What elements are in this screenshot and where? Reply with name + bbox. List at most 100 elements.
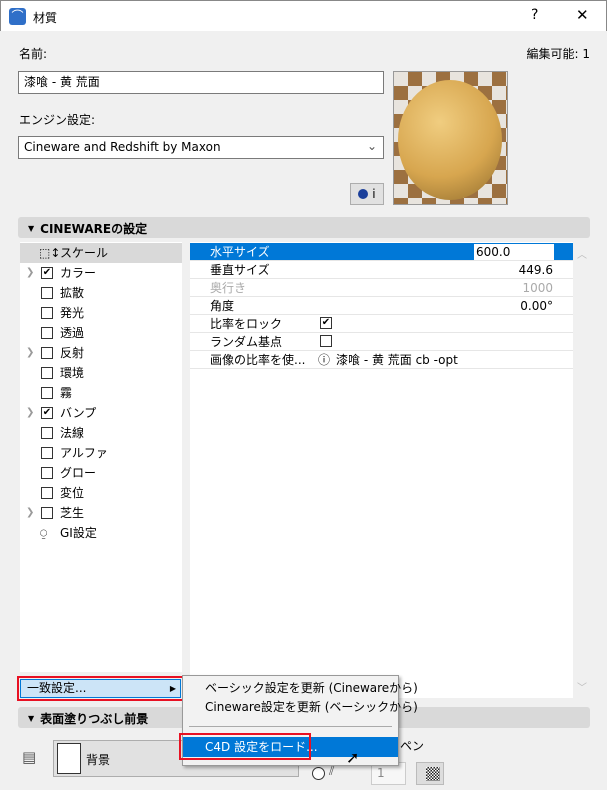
channel-label: スケール <box>60 246 109 260</box>
channel-item[interactable]: ❯ ✔ バンプ <box>20 403 182 423</box>
channel-checkbox[interactable] <box>41 467 53 479</box>
channel-label: 霧 <box>60 386 73 400</box>
channel-label: グロー <box>60 466 97 480</box>
property-row[interactable]: 角度 0.00° <box>190 297 573 315</box>
property-key: 画像の比率を使... <box>210 353 306 367</box>
channel-label: GI設定 <box>60 526 97 540</box>
app-icon: ⌒ <box>9 8 26 25</box>
submenu-arrow-icon: ▶ <box>169 684 176 693</box>
channel-checkbox[interactable] <box>41 347 53 359</box>
channel-checkbox[interactable] <box>41 427 53 439</box>
channel-label: 芝生 <box>60 506 85 520</box>
channel-checkbox[interactable] <box>41 287 53 299</box>
property-value[interactable]: 449.6 <box>519 261 553 279</box>
property-row[interactable]: 奥行き 1000 <box>190 279 573 297</box>
material-preview <box>393 71 508 205</box>
channel-checkbox[interactable]: ✔ <box>41 407 53 419</box>
property-row[interactable]: 画像の比率を使... ⓘ 漆喰 - 黄 荒面 cb -opt <box>190 351 573 369</box>
cineware-info-button[interactable]: i <box>350 183 384 205</box>
channel-item[interactable]: ⍜ GI設定 <box>20 523 182 543</box>
channel-label: 変位 <box>60 486 85 500</box>
title-bar: ⌒ 材質 ? ✕ <box>0 0 607 31</box>
match-settings-outline: 一致設定... ▶ <box>17 676 184 701</box>
channel-item[interactable]: ❯ 反射 <box>20 343 182 363</box>
close-button[interactable]: ✕ <box>576 6 589 24</box>
load-c4d-highlight <box>179 733 311 760</box>
property-value-input[interactable]: 600.0 <box>474 244 554 260</box>
property-row[interactable]: 水平サイズ 600.0 <box>190 243 573 261</box>
property-value[interactable]: 1000 <box>522 279 553 297</box>
expand-chevron-icon[interactable]: ❯ <box>26 503 34 523</box>
cineware-section-title: CINEWAREの設定 <box>40 222 148 236</box>
property-value[interactable]: 0.00° <box>520 297 553 315</box>
engine-select-value: Cineware and Redshift by Maxon <box>24 140 221 154</box>
property-row[interactable]: ランダム基点 <box>190 333 573 351</box>
property-table[interactable]: 水平サイズ 600.0 垂直サイズ 449.6 奥行き 1000 角度 0.00° 比率をロック… <box>190 242 573 698</box>
chevron-down-icon: ⌄ <box>366 139 377 153</box>
expand-chevron-icon[interactable]: ❯ <box>26 403 34 423</box>
channel-item[interactable]: 拡散 <box>20 283 182 303</box>
channel-checkbox[interactable] <box>41 367 53 379</box>
fill-brush-icon: ▤ <box>22 748 37 766</box>
channel-label: 反射 <box>60 346 85 360</box>
property-value: 漆喰 - 黄 荒面 cb -opt <box>336 353 458 367</box>
scale-icon: ⬚↕ <box>39 246 61 260</box>
cineware-section-header[interactable]: ▼ CINEWAREの設定 <box>18 217 590 238</box>
match-settings-button[interactable]: 一致設定... ▶ <box>20 679 181 698</box>
expand-chevron-icon[interactable]: ❯ <box>26 343 34 363</box>
property-row[interactable]: 垂直サイズ 449.6 <box>190 261 573 279</box>
channel-checkbox[interactable] <box>41 387 53 399</box>
channel-item[interactable]: 法線 <box>20 423 182 443</box>
channel-item[interactable]: グロー <box>20 463 182 483</box>
channel-item[interactable]: ❯ ✔ カラー <box>20 263 182 283</box>
channel-item[interactable]: 環境 <box>20 363 182 383</box>
channel-checkbox[interactable] <box>41 327 53 339</box>
property-checkbox[interactable]: ✔ <box>320 317 332 329</box>
hatch-pen-icon: ⫽ <box>329 764 335 778</box>
channel-label: 拡散 <box>60 286 85 300</box>
channel-checkbox[interactable] <box>41 447 53 459</box>
property-row[interactable]: 比率をロック ✔ <box>190 315 573 333</box>
pen-radio[interactable] <box>312 767 325 780</box>
property-key: 水平サイズ <box>210 245 270 259</box>
channel-checkbox[interactable] <box>41 487 53 499</box>
channel-item[interactable]: 霧 <box>20 383 182 403</box>
info-label: i <box>372 187 376 201</box>
gi-icon: ⍜ <box>40 526 48 540</box>
material-sphere <box>398 80 502 200</box>
property-checkbox[interactable] <box>320 335 332 347</box>
channel-item[interactable]: ⬚↕ スケール <box>20 243 182 263</box>
channel-item[interactable]: 変位 <box>20 483 182 503</box>
name-label: 名前: <box>19 47 48 61</box>
channel-checkbox[interactable]: ✔ <box>41 267 53 279</box>
pen-pattern-button[interactable] <box>416 762 444 785</box>
channel-label: カラー <box>60 266 97 280</box>
pen-label: ペン <box>400 739 425 753</box>
fill-swatch <box>57 743 81 774</box>
info-icon: ⓘ <box>318 353 331 367</box>
surface-section-title: 表面塗りつぶし前景 <box>40 712 149 726</box>
engine-label: エンジン設定: <box>19 113 96 127</box>
property-key: 垂直サイズ <box>210 263 270 277</box>
property-scrollbar[interactable]: ︿ ﹀ <box>574 242 590 698</box>
help-button[interactable]: ? <box>531 7 538 23</box>
channel-item[interactable]: 透過 <box>20 323 182 343</box>
engine-select[interactable]: Cineware and Redshift by Maxon ⌄ <box>18 136 384 159</box>
channel-label: 透過 <box>60 326 85 340</box>
channel-checkbox[interactable] <box>41 507 53 519</box>
channel-item[interactable]: 発光 <box>20 303 182 323</box>
window-title: 材質 <box>33 11 58 25</box>
property-key: 角度 <box>210 299 235 313</box>
channel-label: 環境 <box>60 366 85 380</box>
menu-item-update-basic[interactable]: ベーシック設定を更新 (Cinewareから) <box>183 678 418 698</box>
editable-count: 編集可能: 1 <box>526 47 591 61</box>
name-input[interactable]: 漆喰 - 黄 荒面 <box>18 71 384 94</box>
channel-list[interactable]: ⬚↕ スケール ❯ ✔ カラー 拡散 発光 透過 ❯ 反射 環境霧 ❯ ✔ バンプ 法線 アルファ グロー 変位 ❯… <box>20 242 182 672</box>
fill-label: 背景 <box>86 753 111 767</box>
channel-item[interactable]: ❯ 芝生 <box>20 503 182 523</box>
menu-item-update-cineware[interactable]: Cineware設定を更新 (ベーシックから) <box>183 697 418 717</box>
expand-chevron-icon[interactable]: ❯ <box>26 263 34 283</box>
channel-item[interactable]: アルファ <box>20 443 182 463</box>
match-settings-label: 一致設定... <box>27 681 87 695</box>
channel-checkbox[interactable] <box>41 307 53 319</box>
